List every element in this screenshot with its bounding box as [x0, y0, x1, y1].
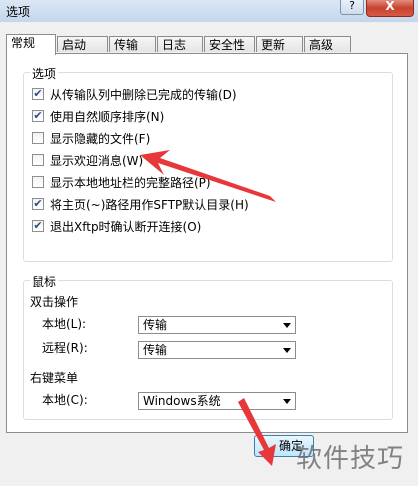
- red-arrow-welcome: [140, 150, 276, 202]
- annotation-arrows: [140, 150, 276, 466]
- annotation-arrow-group: [140, 150, 276, 466]
- tab-general[interactable]: 常规: [6, 34, 56, 55]
- red-arrow-ok: [238, 398, 276, 466]
